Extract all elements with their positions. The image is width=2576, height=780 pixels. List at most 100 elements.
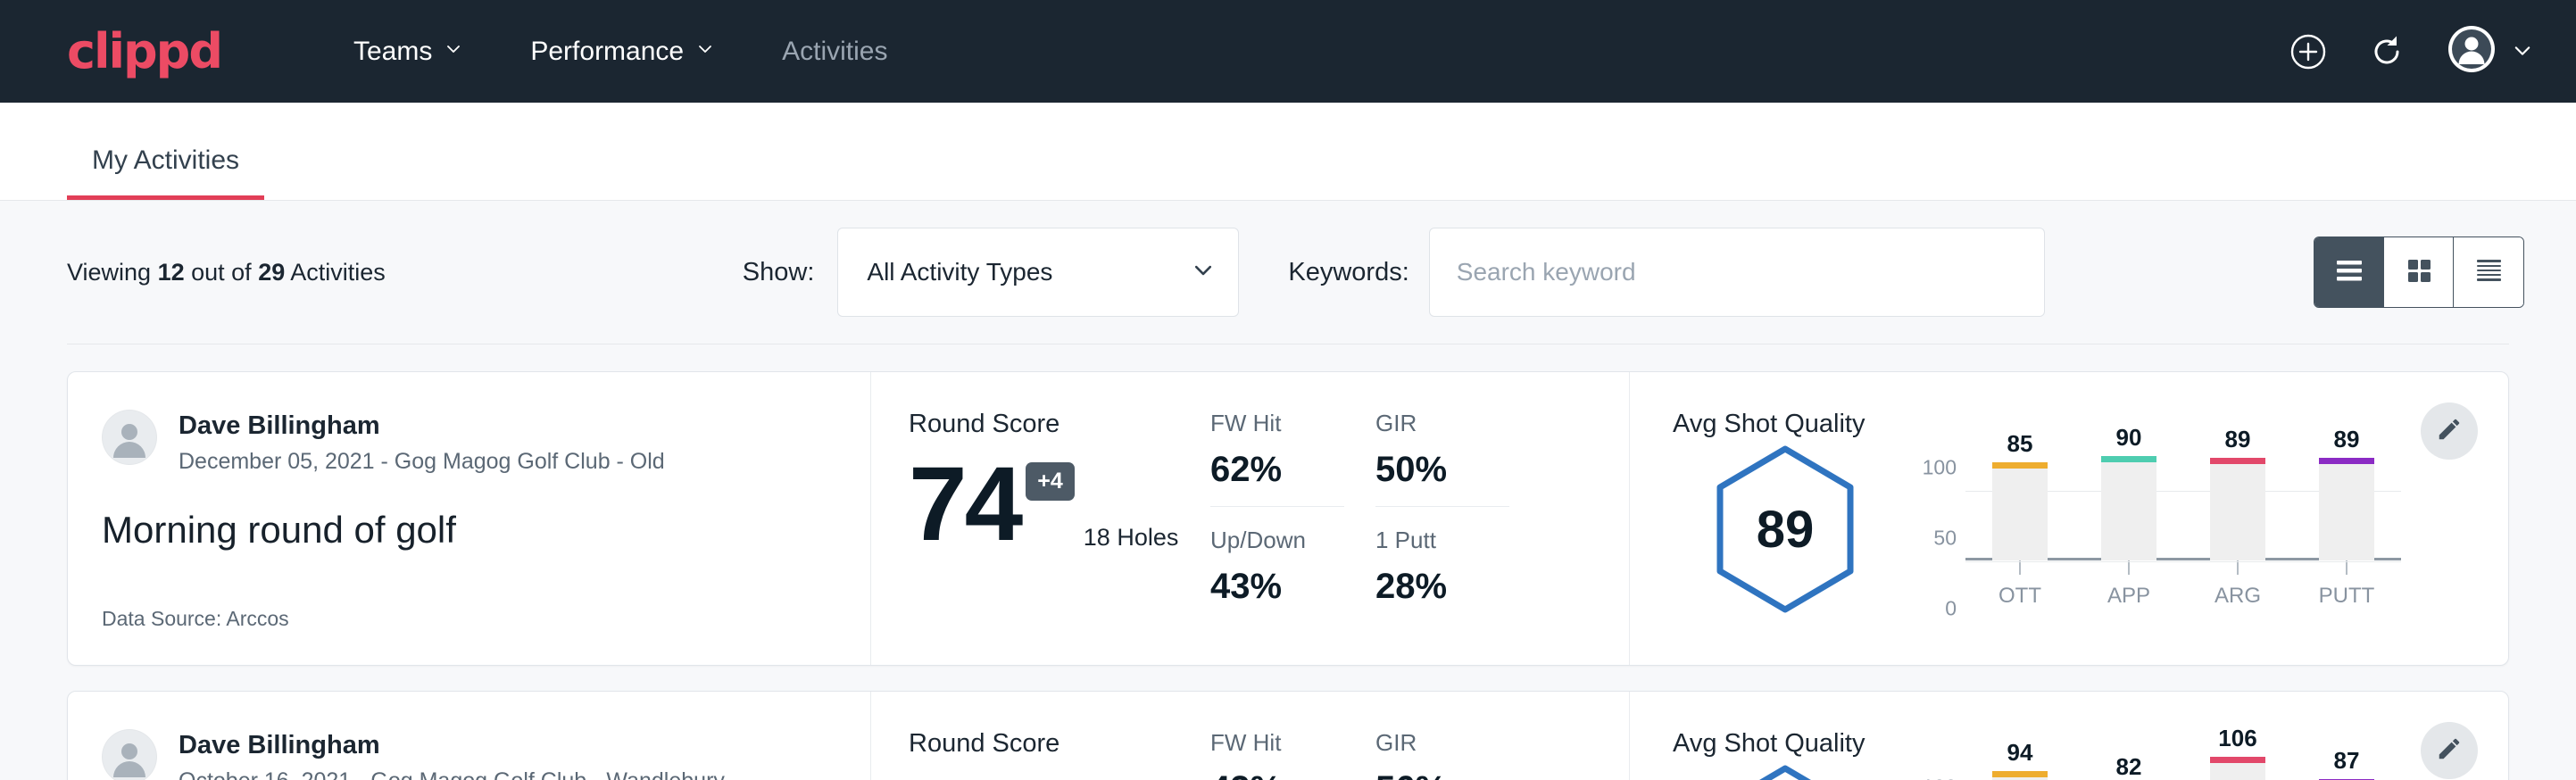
refresh-icon[interactable] (2367, 32, 2406, 71)
nav-item-teams[interactable]: Teams (320, 37, 496, 67)
y-tick-0: 0 (1945, 597, 1957, 621)
activity-author: Dave Billingham October 16, 2021 - Gog M… (102, 729, 870, 780)
chevron-down-icon (1192, 259, 1215, 286)
bar-value-arg: 106 (2218, 725, 2256, 752)
navbar-actions (2289, 23, 2530, 79)
activity-date-course: December 05, 2021 - Gog Magog Golf Club … (179, 449, 665, 475)
activity-type-select[interactable]: All Activity Types (837, 228, 1239, 317)
stat-up-down-label: Up/Down (1210, 527, 1344, 554)
view-mode-toggle (2314, 236, 2524, 308)
avatar (102, 729, 157, 780)
viewing-prefix: Viewing (67, 259, 158, 286)
bar-slot-app: 90 (2074, 468, 2183, 560)
bar-cap-ott (1992, 771, 2048, 777)
view-mode-grid-button[interactable] (2384, 237, 2454, 307)
bar-value-putt: 87 (2334, 747, 2360, 775)
shot-quality-score (1714, 764, 1857, 780)
viewing-count: 12 (158, 259, 185, 286)
shot-quality-chart: 100 50 0 (1915, 764, 2401, 780)
stat-fw-hit: FW Hit 43% (1210, 729, 1344, 780)
edit-activity-button[interactable] (2421, 722, 2478, 779)
author-name: Dave Billingham (179, 410, 665, 442)
stat-gir-value: 56% (1375, 769, 1509, 780)
bar-slot-ott: 85 (1965, 468, 2074, 560)
nav-item-teams-label: Teams (353, 37, 432, 67)
chart-plot-wrap: 85 90 (1965, 444, 2401, 609)
bar-cap-putt (2319, 458, 2374, 464)
stat-one-putt-label: 1 Putt (1375, 527, 1509, 554)
stat-fw-hit-value: 43% (1210, 769, 1344, 780)
nav-item-performance-label: Performance (530, 37, 684, 67)
activity-card-list: Dave Billingham December 05, 2021 - Gog … (0, 344, 2576, 780)
y-tick-50: 50 (1933, 527, 1957, 551)
x-tick-ott (2019, 560, 2021, 575)
round-score-label: Round Score (909, 410, 1210, 439)
shot-quality-column: Avg Shot Quality 89 100 50 0 (1630, 372, 2508, 665)
round-score-label: Round Score (909, 729, 1210, 759)
x-tick-putt (2346, 560, 2347, 575)
activity-card[interactable]: Dave Billingham December 05, 2021 - Gog … (67, 371, 2509, 666)
stat-fw-hit: FW Hit 62% (1210, 410, 1344, 507)
stat-gir-value: 50% (1375, 450, 1509, 490)
round-stats-column: FW Hit 62% GIR 50% Up/Down 43% 1 Putt 28… (1210, 372, 1630, 665)
bar-cap-arg (2210, 458, 2265, 464)
viewing-total: 29 (258, 259, 285, 286)
bar-slot-putt: 89 (2292, 468, 2401, 560)
chart-y-axis: 100 50 0 (1915, 468, 1965, 609)
avatar-icon (2446, 23, 2497, 79)
nav-item-performance[interactable]: Performance (496, 37, 748, 67)
clippd-logo[interactable]: clippd (67, 28, 221, 76)
bar-value-app: 90 (2116, 424, 2142, 452)
x-tick-app (2128, 560, 2130, 575)
view-mode-compact-button[interactable] (2454, 237, 2523, 307)
round-stats-grid: FW Hit 62% GIR 50% Up/Down 43% 1 Putt 28… (1210, 410, 1629, 623)
chevron-down-icon (445, 40, 462, 58)
stat-gir: GIR 56% (1375, 729, 1509, 780)
avg-shot-quality-body: 100 50 0 (1673, 764, 2401, 780)
round-score-value-row: 74 +4 18 Holes (909, 459, 1210, 552)
shot-quality-chart: 100 50 0 (1915, 444, 2401, 609)
bar-value-ott: 85 (2007, 430, 2033, 458)
search-input[interactable] (1429, 228, 2045, 317)
chevron-down-icon (2512, 40, 2530, 58)
nav-item-activities[interactable]: Activities (748, 37, 921, 67)
stat-fw-hit-label: FW Hit (1210, 729, 1344, 757)
stat-one-putt: 1 Putt 28% (1375, 527, 1509, 623)
bar-slot-arg: 89 (2183, 468, 2292, 560)
round-score-column: Round Score 74 +4 18 Holes (871, 372, 1210, 665)
round-score-value: 74 (909, 459, 1020, 552)
activity-info-column: Dave Billingham October 16, 2021 - Gog M… (68, 692, 871, 780)
bar-value-ott: 94 (2007, 739, 2033, 767)
viewing-suffix: Activities (285, 259, 386, 286)
plus-circle-icon[interactable] (2289, 32, 2328, 71)
edit-activity-button[interactable] (2421, 402, 2478, 460)
tab-my-activities[interactable]: My Activities (67, 145, 264, 200)
filter-toolbar: Viewing 12 out of 29 Activities Show: Al… (0, 201, 2576, 344)
x-slot-arg: ARG (2183, 560, 2292, 609)
tab-my-activities-label: My Activities (92, 145, 239, 175)
user-menu[interactable] (2446, 23, 2530, 79)
activity-card[interactable]: Dave Billingham October 16, 2021 - Gog M… (67, 691, 2509, 780)
bar-cap-arg (2210, 757, 2265, 763)
primary-nav: Teams Performance Activities (320, 37, 921, 67)
x-label-ott: OTT (1965, 584, 2074, 609)
stat-gir: GIR 50% (1375, 410, 1509, 507)
bar-ott: 94 (1992, 771, 2048, 780)
stat-fw-hit-label: FW Hit (1210, 410, 1344, 437)
shot-quality-hexagon: 89 (1714, 444, 1857, 614)
bar-value-app: 82 (2116, 753, 2142, 780)
activity-info-column: Dave Billingham December 05, 2021 - Gog … (68, 372, 871, 665)
page-tabbar: My Activities (0, 103, 2576, 201)
activity-title: Morning round of golf (102, 509, 870, 552)
stat-gir-label: GIR (1375, 410, 1509, 437)
x-slot-ott: OTT (1965, 560, 2074, 609)
keywords-label: Keywords: (1288, 258, 1408, 287)
holes-played: 18 Holes (1084, 524, 1179, 552)
activity-date-course: October 16, 2021 - Gog Magog Golf Club -… (179, 768, 725, 780)
view-mode-list-button[interactable] (2314, 237, 2384, 307)
show-filter-group: Show: All Activity Types (743, 228, 1240, 317)
avatar (102, 410, 157, 465)
viewing-mid: out of (185, 259, 259, 286)
nav-item-activities-label: Activities (782, 37, 887, 67)
x-slot-app: APP (2074, 560, 2183, 609)
